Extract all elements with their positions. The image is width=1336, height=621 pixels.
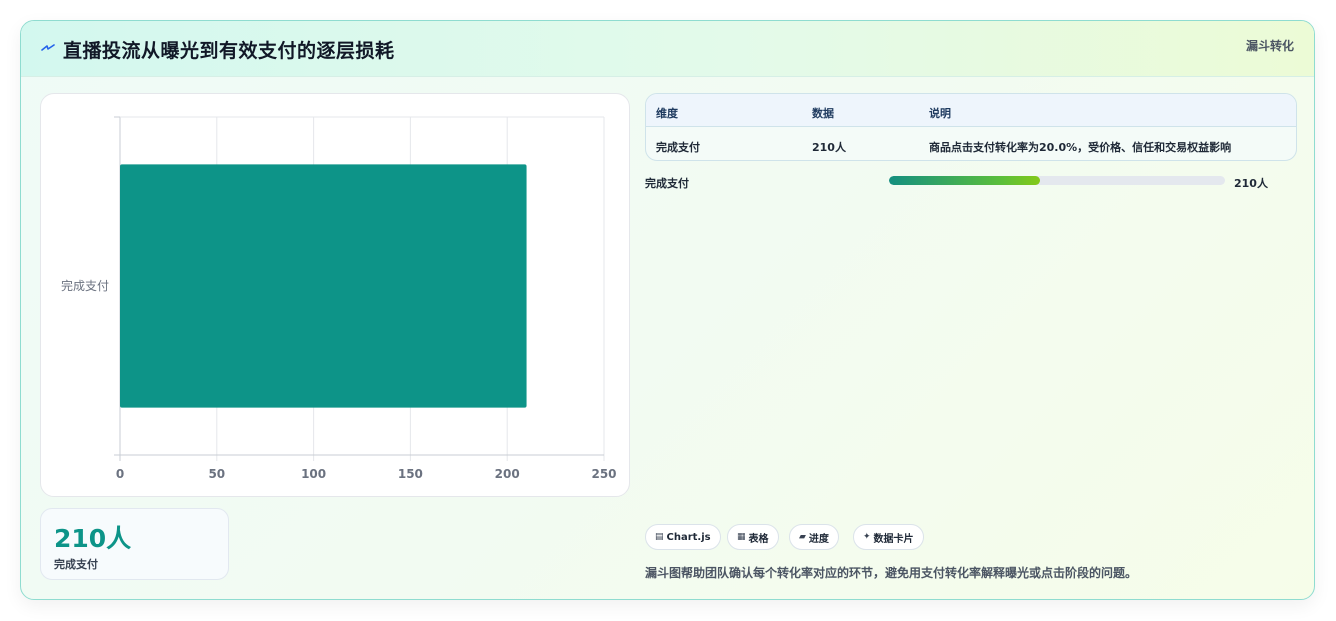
x-tick-label: 100 xyxy=(301,467,326,481)
x-tick-label: 50 xyxy=(208,467,225,481)
funnel-panel: 直播投流从曝光到有效支付的逐层损耗 漏斗转化 0 50 100 150 200 250 完成… xyxy=(20,20,1315,600)
table-row: 完成支付 210人 商品点击支付转化率为20.0%，受价格、信任和交易权益影响 xyxy=(646,127,1296,160)
column-header-data: 数据 xyxy=(812,107,834,120)
table-header: 维度 数据 说明 xyxy=(646,94,1296,127)
sparkle-icon: ✦ xyxy=(863,532,871,542)
kpi-label: 完成支付 xyxy=(54,558,98,571)
cell-dimension: 完成支付 xyxy=(656,141,700,154)
chip-chartjs[interactable]: ▤ Chart.js xyxy=(645,524,721,550)
chip-label: 数据卡片 xyxy=(873,533,914,545)
chip-table[interactable]: ▦ 表格 xyxy=(727,524,779,550)
chip-progress[interactable]: ▰ 进度 xyxy=(789,524,839,550)
x-tick-label: 250 xyxy=(591,467,616,481)
x-tick-label: 0 xyxy=(116,467,124,481)
progress-icon: ▰ xyxy=(799,532,806,542)
progress-value: 210人 xyxy=(1234,177,1268,190)
kpi-value: 210人 xyxy=(54,524,132,553)
chip-label: Chart.js xyxy=(666,531,711,543)
chip-data-card[interactable]: ✦ 数据卡片 xyxy=(853,524,924,550)
progress-label: 完成支付 xyxy=(645,177,689,190)
column-header-note: 说明 xyxy=(929,107,951,120)
x-tick-label: 200 xyxy=(495,467,520,481)
kpi-card: 210人 完成支付 xyxy=(40,508,229,580)
header-tag: 漏斗转化 xyxy=(1245,39,1294,53)
cell-data: 210人 xyxy=(812,141,846,154)
cell-note: 商品点击支付转化率为20.0%，受价格、信任和交易权益影响 xyxy=(929,141,1232,154)
chip-label: 进度 xyxy=(808,533,829,545)
y-category-label: 完成支付 xyxy=(61,278,109,293)
chart-card: 0 50 100 150 200 250 完成支付 xyxy=(40,93,630,497)
chart-icon: ▤ xyxy=(655,532,664,542)
x-tick-label: 150 xyxy=(398,467,423,481)
chip-label: 表格 xyxy=(748,533,769,545)
column-header-dimension: 维度 xyxy=(656,107,678,120)
bar xyxy=(120,164,527,408)
progress-track xyxy=(889,176,1225,185)
footnote: 漏斗图帮助团队确认每个转化率对应的环节，避免用支付转化率解释曝光或点击阶段的问题… xyxy=(645,566,1138,580)
panel-header: 直播投流从曝光到有效支付的逐层损耗 漏斗转化 xyxy=(21,21,1314,77)
lightning-icon xyxy=(41,44,55,51)
progress-fill xyxy=(889,176,1041,185)
page-title: 直播投流从曝光到有效支付的逐层损耗 xyxy=(63,40,395,62)
bar-chart: 0 50 100 150 200 250 完成支付 xyxy=(61,116,617,481)
data-table: 维度 数据 说明 完成支付 210人 商品点击支付转化率为20.0%，受价格、信… xyxy=(645,93,1297,161)
table-icon: ▦ xyxy=(737,532,746,542)
